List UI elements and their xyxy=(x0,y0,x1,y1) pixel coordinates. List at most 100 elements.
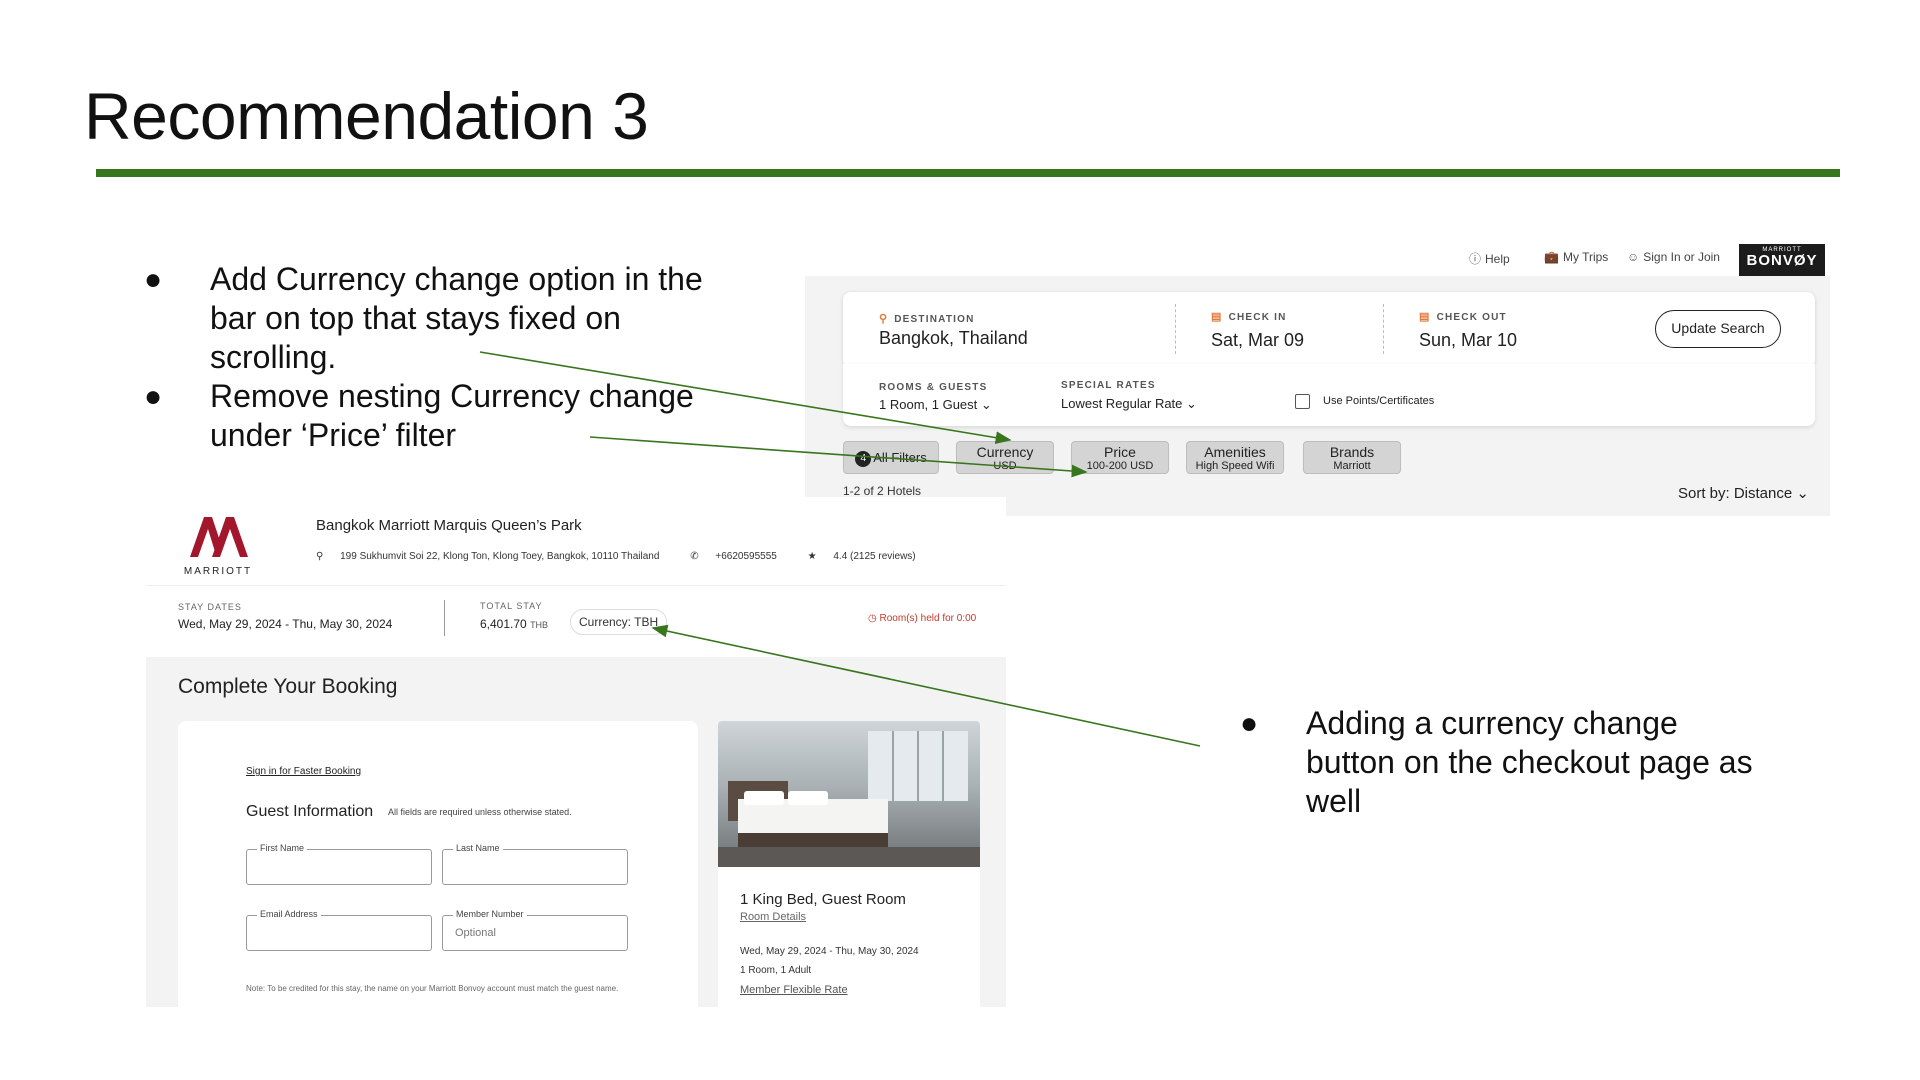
currency-filter-button[interactable]: Currency USD xyxy=(956,441,1054,474)
bullet-dot: ● xyxy=(1240,707,1259,740)
suitcase-icon: 💼 xyxy=(1544,250,1559,264)
slide-title: Recommendation 3 xyxy=(84,79,649,153)
search-options-bar: ROOMS & GUESTS 1 Room, 1 Guest ⌄ SPECIAL… xyxy=(843,364,1815,426)
currency-filter-label: Currency xyxy=(976,444,1034,460)
all-filters-button[interactable]: 4 All Filters xyxy=(843,441,939,474)
first-name-input[interactable]: First Name xyxy=(246,843,432,885)
phone-icon: ✆ xyxy=(690,551,702,562)
right-bullet-list: ● Adding a currency change button on the… xyxy=(1240,704,1760,821)
price-filter-label: Price xyxy=(1104,444,1136,460)
bullet-dot: ● xyxy=(144,263,163,296)
room-photo-illustration xyxy=(718,731,980,867)
bullet-text: Adding a currency change button on the c… xyxy=(1306,705,1753,819)
price-filter-button[interactable]: Price 100-200 USD xyxy=(1071,441,1169,474)
room-title: 1 King Bed, Guest Room xyxy=(740,891,906,908)
room-held-timer: ◷ Room(s) held for 0:00 xyxy=(868,613,976,624)
currency-button[interactable]: Currency: TBH xyxy=(570,609,668,635)
title-underline xyxy=(96,169,1840,177)
room-summary-card: 1 King Bed, Guest Room Room Details Wed,… xyxy=(718,721,980,1007)
rooms-guests-dropdown[interactable]: 1 Room, 1 Guest ⌄ xyxy=(879,397,992,413)
rating: ★ 4.4 (2125 reviews) xyxy=(808,551,930,562)
room-dates: Wed, May 29, 2024 - Thu, May 30, 2024 xyxy=(740,946,919,957)
check-in-label: ▤ CHECK IN xyxy=(1211,310,1287,323)
guest-form-card: Sign in for Faster Booking Guest Informa… xyxy=(178,721,698,1007)
special-rates-dropdown[interactable]: Lowest Regular Rate ⌄ xyxy=(1061,396,1197,412)
destination-label-text: DESTINATION xyxy=(894,314,975,325)
currency-filter-value: USD xyxy=(993,460,1017,472)
total-stay-currency: THB xyxy=(530,620,549,630)
calendar-icon: ▤ xyxy=(1419,311,1431,323)
brands-filter-label: Brands xyxy=(1329,444,1375,460)
amenities-filter-label: Amenities xyxy=(1204,444,1266,460)
brands-filter-button[interactable]: Brands Marriott xyxy=(1303,441,1401,474)
help-label: Help xyxy=(1485,251,1510,266)
search-screenshot: ⓘ Help 💼 My Trips ☺ Sign In or Join MARR… xyxy=(805,240,1830,516)
check-out-label: ▤ CHECK OUT xyxy=(1419,310,1507,323)
amenities-filter-button[interactable]: Amenities High Speed Wifi xyxy=(1186,441,1284,474)
bullet-text: Remove nesting Currency change under ‘Pr… xyxy=(210,378,694,453)
sign-in-label: Sign In or Join xyxy=(1643,250,1720,264)
hotel-name: Bangkok Marriott Marquis Queen’s Park xyxy=(316,517,582,534)
marriott-logo[interactable]: MARRIOTT xyxy=(178,511,258,577)
sign-in-link[interactable]: ☺ Sign In or Join xyxy=(1627,250,1720,264)
last-name-label: Last Name xyxy=(453,843,503,853)
email-label: Email Address xyxy=(257,909,321,919)
amenities-filter-value: High Speed Wifi xyxy=(1195,460,1275,472)
member-number-label: Member Number xyxy=(453,909,527,919)
sign-in-faster-link[interactable]: Sign in for Faster Booking xyxy=(246,766,361,777)
phone-text: +6620595555 xyxy=(715,551,777,562)
last-name-input[interactable]: Last Name xyxy=(442,843,628,885)
check-in-label-text: CHECK IN xyxy=(1228,312,1287,323)
total-stay-amount: 6,401.70 xyxy=(480,617,527,631)
member-number-input[interactable]: Member Number Optional xyxy=(442,909,628,951)
bar-divider xyxy=(444,600,445,636)
address-text: 199 Sukhumvit Soi 22, Klong Ton, Klong T… xyxy=(340,551,660,562)
required-fields-note: All fields are required unless otherwise… xyxy=(388,807,572,817)
price-filter-value: 100-200 USD xyxy=(1086,460,1154,472)
help-link[interactable]: ⓘ Help xyxy=(1469,250,1510,267)
location-pin-icon: ⚲ xyxy=(879,313,889,325)
rating-text: 4.4 (2125 reviews) xyxy=(833,551,916,562)
use-points-checkbox[interactable] xyxy=(1295,394,1310,409)
my-trips-link[interactable]: 💼 My Trips xyxy=(1544,250,1608,264)
stay-dates-value: Wed, May 29, 2024 - Thu, May 30, 2024 xyxy=(178,617,393,631)
field-divider xyxy=(1383,304,1384,354)
field-divider xyxy=(1175,304,1176,354)
check-out-field[interactable]: Sun, Mar 10 xyxy=(1419,330,1517,351)
check-in-field[interactable]: Sat, Mar 09 xyxy=(1211,330,1304,351)
destination-field[interactable]: Bangkok, Thailand xyxy=(879,328,1028,349)
star-icon: ★ xyxy=(807,551,820,562)
total-stay-label: TOTAL STAY xyxy=(480,601,543,611)
room-held-text: Room(s) held for 0:00 xyxy=(879,613,977,624)
help-icon: ⓘ xyxy=(1469,252,1482,266)
bonvoy-logo-text: BONVØY xyxy=(1746,252,1818,269)
brands-filter-value: Marriott xyxy=(1333,460,1371,472)
marriott-m-icon xyxy=(190,517,248,557)
location-pin-icon: ⚲ xyxy=(316,551,327,562)
all-filters-label: All Filters xyxy=(873,450,927,465)
destination-label: ⚲ DESTINATION xyxy=(879,312,975,325)
check-out-label-text: CHECK OUT xyxy=(1436,312,1507,323)
clock-icon: ◷ xyxy=(868,613,880,624)
stay-dates-label: STAY DATES xyxy=(178,602,242,612)
member-rate-link[interactable]: Member Flexible Rate xyxy=(740,984,848,996)
marriott-wordmark: MARRIOTT xyxy=(183,566,253,577)
use-points-label: Use Points/Certificates xyxy=(1323,395,1435,407)
bullet-dot: ● xyxy=(144,380,163,413)
checkout-screenshot: MARRIOTT Bangkok Marriott Marquis Queen’… xyxy=(146,497,1006,1007)
phone[interactable]: ✆ +6620595555 xyxy=(690,551,791,562)
first-name-label: First Name xyxy=(257,843,308,853)
bonvoy-logo[interactable]: MARRIOTT BONVØY xyxy=(1739,244,1825,276)
special-rates-label: SPECIAL RATES xyxy=(1061,380,1156,391)
stay-summary-bar: STAY DATES Wed, May 29, 2024 - Thu, May … xyxy=(146,585,1006,657)
update-search-button[interactable]: Update Search xyxy=(1655,310,1781,348)
email-input[interactable]: Email Address xyxy=(246,909,432,951)
room-details-link[interactable]: Room Details xyxy=(740,911,806,923)
filter-count-badge: 4 xyxy=(855,450,872,467)
sort-by-dropdown[interactable]: Sort by: Distance ⌄ xyxy=(1678,484,1809,502)
my-trips-label: My Trips xyxy=(1562,250,1609,264)
bullet-item: ● Adding a currency change button on the… xyxy=(1240,704,1760,821)
address: ⚲ 199 Sukhumvit Soi 22, Klong Ton, Klong… xyxy=(316,551,673,562)
left-bullet-list: ● Add Currency change option in the bar … xyxy=(144,260,704,455)
room-occupancy: 1 Room, 1 Adult xyxy=(740,965,812,976)
